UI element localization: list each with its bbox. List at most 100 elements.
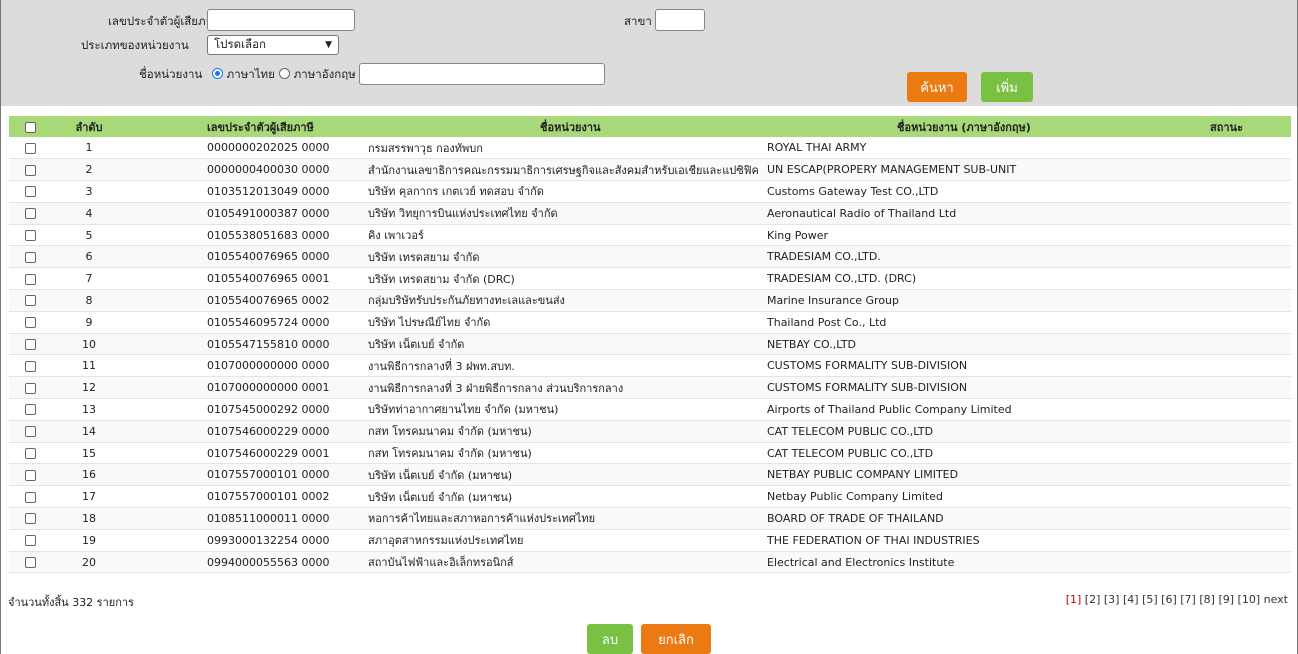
table-row[interactable]: 16 0107557000101 0000 บริษัท เน็ตเบย์ จำกั… xyxy=(9,463,1291,487)
page-link[interactable]: 7 xyxy=(1185,593,1192,606)
table-header-row: ลำดับ เลขประจำตัวผู้เสียภาษี ชื่อหน่วยงา… xyxy=(9,116,1291,137)
cell-name-en: Marine Insurance Group xyxy=(767,289,1206,312)
cell-tax-id: 0105491000387 0000 xyxy=(127,202,368,225)
cell-name-en: Customs Gateway Test CO.,LTD xyxy=(767,180,1206,203)
cell-seq: 11 xyxy=(51,354,127,378)
lang-thai-label: ภาษาไทย xyxy=(226,67,275,81)
cell-seq: 15 xyxy=(51,442,127,465)
delete-button[interactable]: ลบ xyxy=(587,624,633,654)
table-row[interactable]: 11 0107000000000 0000 งานพิธีการกลางที่ 3 … xyxy=(9,354,1291,378)
row-checkbox[interactable] xyxy=(24,230,36,242)
cell-seq: 10 xyxy=(51,333,127,356)
cell-seq: 1 xyxy=(51,137,127,160)
lang-thai-option[interactable]: ภาษาไทย xyxy=(212,66,275,84)
table-row[interactable]: 17 0107557000101 0002 บริษัท เน็ตเบย์ จำกั… xyxy=(9,485,1291,509)
table-row[interactable]: 3 0103512013049 0000 บริษัท คุลกากร เกตเวย… xyxy=(9,180,1291,203)
cell-seq: 19 xyxy=(51,529,127,552)
cell-status xyxy=(1206,333,1291,356)
row-checkbox[interactable] xyxy=(24,186,36,198)
table-row[interactable]: 18 0108511000011 0000 หอการค้าไทยและสภาหอก… xyxy=(9,507,1291,530)
page-link[interactable]: 8 xyxy=(1204,593,1211,606)
row-checkbox-cell xyxy=(9,398,51,421)
row-checkbox[interactable] xyxy=(24,317,36,329)
table-row[interactable]: 7 0105540076965 0001 บริษัท เทรดสยาม จำกัด… xyxy=(9,267,1291,291)
table-row[interactable]: 13 0107545000292 0000 บริษัทท่าอากาศยานไทย… xyxy=(9,398,1291,421)
cell-name: บริษัท ไปรษณีย์ไทย จำกัด xyxy=(368,311,767,334)
cell-seq: 8 xyxy=(51,289,127,312)
table-row[interactable]: 4 0105491000387 0000 บริษัท วิทยุการบินแห่… xyxy=(9,202,1291,225)
cell-name-en: NETBAY CO.,LTD xyxy=(767,333,1206,356)
cell-status xyxy=(1206,463,1291,487)
row-checkbox[interactable] xyxy=(24,513,36,525)
row-checkbox[interactable] xyxy=(24,142,36,154)
col-header-name-en: ชื่อหน่วยงาน (ภาษาอังกฤษ) xyxy=(767,116,1206,137)
lang-eng-radio[interactable] xyxy=(279,68,290,79)
table-row[interactable]: 6 0105540076965 0000 บริษัท เทรดสยาม จำกัด… xyxy=(9,245,1291,269)
unit-name-input[interactable] xyxy=(359,63,605,85)
cell-name-en: ROYAL THAI ARMY xyxy=(767,137,1206,160)
cancel-button[interactable]: ยกเลิก xyxy=(641,624,711,654)
row-checkbox[interactable] xyxy=(24,208,36,220)
cell-status xyxy=(1206,289,1291,312)
row-checkbox[interactable] xyxy=(24,339,36,351)
page-link[interactable]: 9 xyxy=(1223,593,1230,606)
unit-type-select[interactable]: โปรดเลือก ▼ xyxy=(207,35,339,55)
table-row[interactable]: 10 0105547155810 0000 บริษัท เน็ตเบย์ จำกั… xyxy=(9,333,1291,356)
search-button[interactable]: ค้นหา xyxy=(907,72,967,102)
cell-tax-id: 0105546095724 0000 xyxy=(127,311,368,334)
table-row[interactable]: 19 0993000132254 0000 สภาอุตสาหกรรมแห่งประ… xyxy=(9,529,1291,552)
next-page-link[interactable]: next xyxy=(1264,593,1288,606)
cell-tax-id: 0993000132254 0000 xyxy=(127,529,368,552)
row-checkbox[interactable] xyxy=(24,404,36,416)
row-checkbox[interactable] xyxy=(24,557,36,569)
select-all-checkbox[interactable] xyxy=(24,121,36,133)
row-checkbox[interactable] xyxy=(24,535,36,547)
row-checkbox-cell xyxy=(9,354,51,378)
table-row[interactable]: 15 0107546000229 0001 กสท โทรคมนาคม จำกัด … xyxy=(9,442,1291,465)
cell-seq: 2 xyxy=(51,158,127,182)
cell-status xyxy=(1206,267,1291,291)
tax-id-input[interactable] xyxy=(207,9,355,31)
row-checkbox-cell xyxy=(9,420,51,443)
table-row[interactable]: 8 0105540076965 0002 กลุ่มบริษัทรับประกันภ… xyxy=(9,289,1291,312)
lang-eng-label: ภาษาอังกฤษ xyxy=(293,67,356,81)
add-button[interactable]: เพิ่ม xyxy=(981,72,1033,102)
cell-seq: 3 xyxy=(51,180,127,203)
cell-name-en: CUSTOMS FORMALITY SUB-DIVISION xyxy=(767,354,1206,378)
cell-tax-id: 0107546000229 0001 xyxy=(127,442,368,465)
cell-status xyxy=(1206,354,1291,378)
table-row[interactable]: 2 0000000400030 0000 สำนักงานเลขาธิการคณะก… xyxy=(9,158,1291,182)
cell-tax-id: 0107546000229 0000 xyxy=(127,420,368,443)
pagination: [1] [2] [3] [4] [5] [6] [7] [8] [9] [10]… xyxy=(1065,593,1288,606)
table-row[interactable]: 20 0994000055563 0000 สถาบันไฟฟ้าและอิเล็ก… xyxy=(9,551,1291,574)
row-checkbox[interactable] xyxy=(24,491,36,503)
row-checkbox[interactable] xyxy=(24,426,36,438)
cell-status xyxy=(1206,158,1291,182)
table-row[interactable]: 12 0107000000000 0001 งานพิธีการกลางที่ 3 … xyxy=(9,376,1291,400)
cell-name-en: NETBAY PUBLIC COMPANY LIMITED xyxy=(767,463,1206,487)
row-checkbox[interactable] xyxy=(24,448,36,460)
row-checkbox[interactable] xyxy=(24,295,36,307)
row-checkbox[interactable] xyxy=(24,469,36,481)
lang-eng-option[interactable]: ภาษาอังกฤษ xyxy=(279,66,356,84)
row-checkbox[interactable] xyxy=(24,251,36,263)
page-link[interactable]: 1 xyxy=(1070,593,1077,606)
table-row[interactable]: 14 0107546000229 0000 กสท โทรคมนาคม จำกัด … xyxy=(9,420,1291,443)
row-checkbox[interactable] xyxy=(24,273,36,285)
cell-name: สำนักงานเลขาธิการคณะกรรมมาธิการเศรษฐกิจแ… xyxy=(368,158,767,182)
cell-seq: 18 xyxy=(51,507,127,530)
cell-tax-id: 0105547155810 0000 xyxy=(127,333,368,356)
page-link[interactable]: 10 xyxy=(1242,593,1256,606)
row-checkbox[interactable] xyxy=(24,164,36,176)
cell-name: กสท โทรคมนาคม จำกัด (มหาชน) xyxy=(368,420,767,443)
row-checkbox[interactable] xyxy=(24,382,36,394)
branch-input[interactable] xyxy=(655,9,705,31)
lang-thai-radio[interactable] xyxy=(212,68,223,79)
table-row[interactable]: 5 0105538051683 0000 คิง เพาเวอร์ King Powe… xyxy=(9,224,1291,247)
table-row[interactable]: 1 0000000202025 0000 กรมสรรพาวุธ กองทัพบก R… xyxy=(9,137,1291,160)
table-row[interactable]: 9 0105546095724 0000 บริษัท ไปรษณีย์ไทย จำ… xyxy=(9,311,1291,334)
cell-seq: 14 xyxy=(51,420,127,443)
cell-tax-id: 0994000055563 0000 xyxy=(127,551,368,574)
cell-name: หอการค้าไทยและสภาหอการค้าแห่งประเทศไทย xyxy=(368,507,767,530)
row-checkbox[interactable] xyxy=(24,360,36,372)
